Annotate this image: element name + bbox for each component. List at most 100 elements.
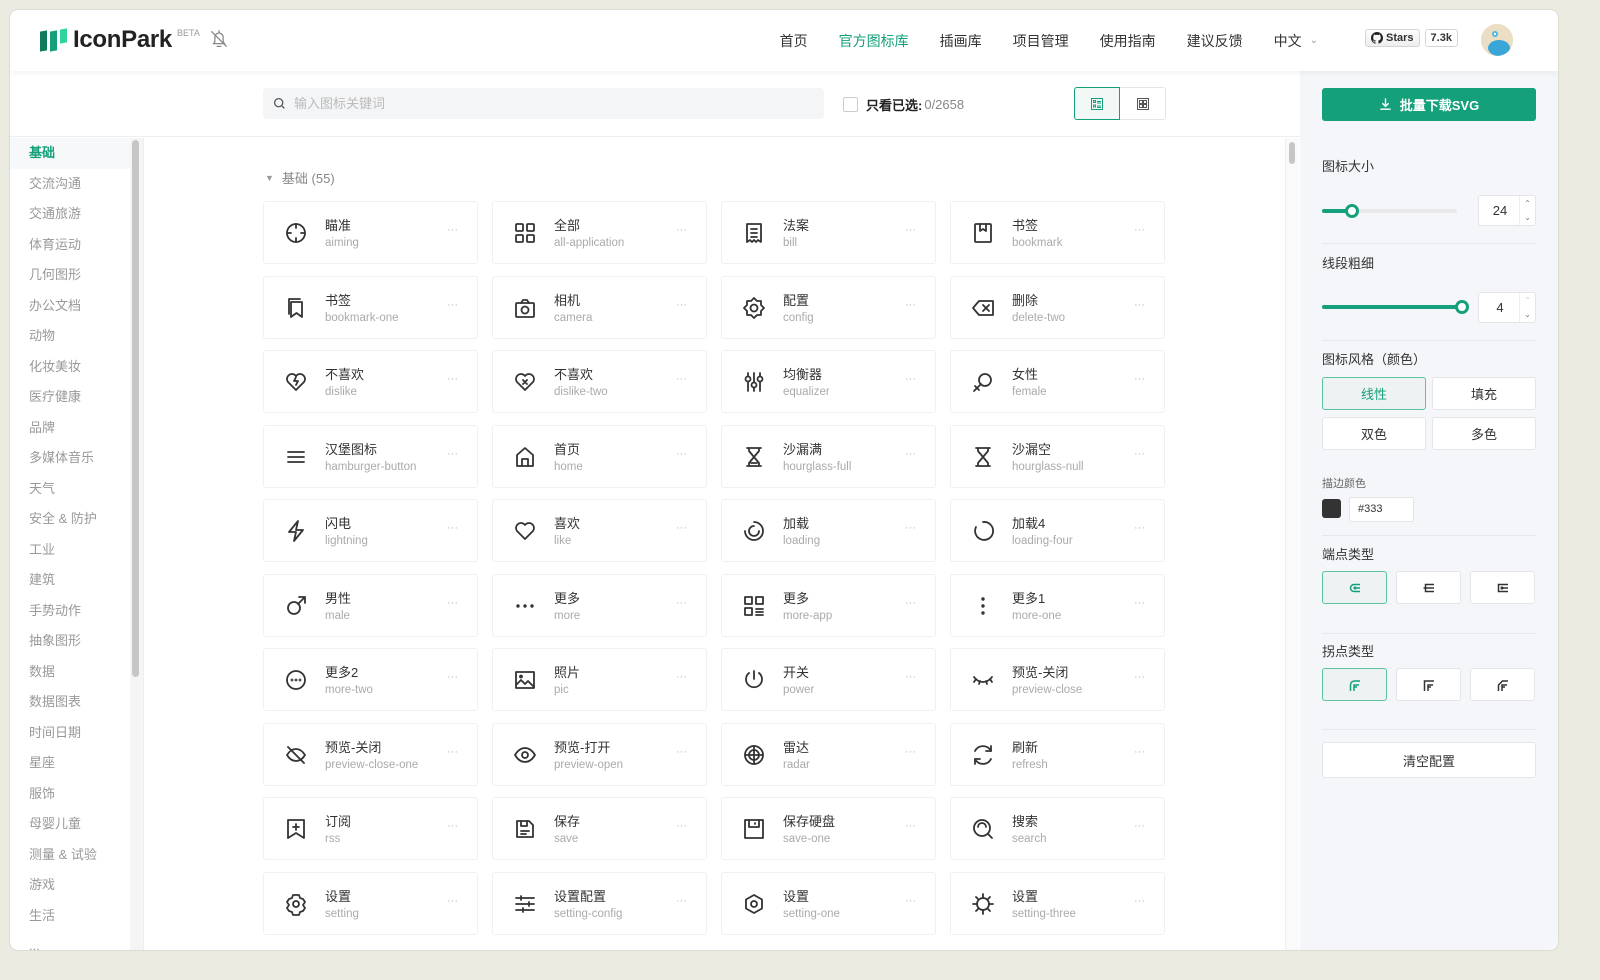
sidebar-item[interactable]: 母婴儿童 bbox=[10, 809, 130, 840]
icon-card[interactable]: 书签 bookmark ··· bbox=[950, 201, 1165, 264]
clear-config-button[interactable]: 清空配置 bbox=[1322, 742, 1536, 778]
icon-card[interactable]: 瞄准 aiming ··· bbox=[263, 201, 478, 264]
more-options-icon[interactable]: ··· bbox=[905, 448, 916, 460]
icon-card[interactable]: 订阅 rss ··· bbox=[263, 797, 478, 860]
language-select[interactable]: 中文 ⌄ bbox=[1274, 31, 1318, 51]
main-scrollbar-thumb[interactable] bbox=[1289, 142, 1295, 164]
nav-illustrations[interactable]: 插画库 bbox=[940, 31, 982, 51]
more-options-icon[interactable]: ··· bbox=[447, 671, 458, 683]
github-stars-count[interactable]: 7.3k bbox=[1424, 29, 1458, 47]
only-selected-checkbox[interactable] bbox=[843, 97, 858, 112]
stroke-width-input[interactable] bbox=[1479, 293, 1521, 322]
increment-icon[interactable]: ⌃ bbox=[1524, 296, 1531, 305]
sidebar-item[interactable]: 建筑 bbox=[10, 565, 130, 596]
icon-card[interactable]: 预览-关闭 preview-close-one ··· bbox=[263, 722, 478, 786]
increment-icon[interactable]: ⌃ bbox=[1524, 199, 1531, 208]
more-options-icon[interactable]: ··· bbox=[905, 373, 916, 385]
icon-card[interactable]: 保存 save ··· bbox=[492, 797, 707, 860]
icon-card[interactable]: 首页 home ··· bbox=[492, 424, 707, 488]
icon-size-slider[interactable] bbox=[1322, 202, 1457, 220]
sidebar-item[interactable]: 交通旅游 bbox=[10, 199, 130, 230]
more-options-icon[interactable]: ··· bbox=[447, 448, 458, 460]
user-avatar[interactable] bbox=[1481, 24, 1513, 56]
search-input[interactable] bbox=[294, 96, 794, 111]
more-options-icon[interactable]: ··· bbox=[1134, 895, 1145, 907]
more-options-icon[interactable]: ··· bbox=[676, 597, 687, 609]
more-options-icon[interactable]: ··· bbox=[905, 895, 916, 907]
more-options-icon[interactable]: ··· bbox=[1134, 448, 1145, 460]
icon-card[interactable]: 设置 setting ··· bbox=[263, 871, 478, 935]
icon-card[interactable]: 书签 bookmark-one ··· bbox=[263, 275, 478, 339]
sidebar-item[interactable]: 天气 bbox=[10, 474, 130, 505]
slider-handle[interactable] bbox=[1455, 300, 1469, 314]
more-options-icon[interactable]: ··· bbox=[905, 522, 916, 534]
icon-card[interactable]: 相机 camera ··· bbox=[492, 275, 707, 339]
more-options-icon[interactable]: ··· bbox=[905, 224, 916, 236]
github-stars[interactable]: Stars 7.3k bbox=[1365, 29, 1458, 47]
sidebar-item[interactable]: 数据 bbox=[10, 657, 130, 688]
icon-card[interactable]: 汉堡图标 hamburger-button ··· bbox=[263, 424, 478, 488]
icon-card[interactable]: 更多 more ··· bbox=[492, 573, 707, 637]
stroke-width-stepper[interactable]: ⌃⌄ bbox=[1478, 292, 1536, 323]
style-two-tone-button[interactable]: 双色 bbox=[1322, 417, 1426, 450]
more-options-icon[interactable]: ··· bbox=[1134, 224, 1145, 236]
decrement-icon[interactable]: ⌄ bbox=[1524, 310, 1531, 319]
more-options-icon[interactable]: ··· bbox=[905, 746, 916, 758]
more-options-icon[interactable]: ··· bbox=[676, 448, 687, 460]
icon-card[interactable]: 沙漏满 hourglass-full ··· bbox=[721, 424, 936, 488]
more-options-icon[interactable]: ··· bbox=[905, 597, 916, 609]
more-options-icon[interactable]: ··· bbox=[1134, 299, 1145, 311]
icon-size-stepper[interactable]: ⌃⌄ bbox=[1478, 195, 1536, 226]
icon-card[interactable]: 设置配置 setting-config ··· bbox=[492, 871, 707, 935]
batch-download-button[interactable]: 批量下载SVG bbox=[1322, 88, 1536, 121]
linecap-butt-button[interactable] bbox=[1396, 571, 1461, 604]
icon-card[interactable]: 均衡器 equalizer ··· bbox=[721, 350, 936, 413]
more-options-icon[interactable]: ··· bbox=[447, 373, 458, 385]
icon-card[interactable]: 删除 delete-two ··· bbox=[950, 275, 1165, 339]
more-options-icon[interactable]: ··· bbox=[676, 224, 687, 236]
grid-view-button[interactable] bbox=[1120, 87, 1166, 120]
decrement-icon[interactable]: ⌄ bbox=[1524, 213, 1531, 222]
stroke-color-swatch[interactable] bbox=[1322, 499, 1341, 518]
linejoin-miter-button[interactable] bbox=[1396, 668, 1461, 701]
linejoin-round-button[interactable] bbox=[1322, 668, 1387, 701]
icon-card[interactable]: 女性 female ··· bbox=[950, 350, 1165, 413]
stroke-color-input[interactable]: #333 bbox=[1349, 497, 1414, 522]
main-scrollbar[interactable] bbox=[1285, 138, 1299, 950]
icon-card[interactable]: 照片 pic ··· bbox=[492, 648, 707, 711]
sidebar-item[interactable]: 数据图表 bbox=[10, 687, 130, 718]
sidebar-item[interactable]: 安全 & 防护 bbox=[10, 504, 130, 535]
section-header[interactable]: ▼ 基础 (55) bbox=[265, 168, 335, 187]
sidebar-item[interactable]: 化妆美妆 bbox=[10, 352, 130, 383]
more-options-icon[interactable]: ··· bbox=[676, 671, 687, 683]
icon-card[interactable]: 设置 setting-one ··· bbox=[721, 871, 936, 935]
icon-card[interactable]: 男性 male ··· bbox=[263, 573, 478, 637]
more-options-icon[interactable]: ··· bbox=[676, 895, 687, 907]
style-filled-button[interactable]: 填充 bbox=[1432, 377, 1536, 410]
linecap-round-button[interactable] bbox=[1322, 571, 1387, 604]
icon-size-input[interactable] bbox=[1479, 196, 1521, 225]
more-options-icon[interactable]: ··· bbox=[447, 746, 458, 758]
icon-card[interactable]: 开关 power ··· bbox=[721, 648, 936, 711]
sidebar-item[interactable]: 体育运动 bbox=[10, 230, 130, 261]
more-options-icon[interactable]: ··· bbox=[676, 746, 687, 758]
icon-card[interactable]: 更多1 more-one ··· bbox=[950, 573, 1165, 637]
more-options-icon[interactable]: ··· bbox=[676, 373, 687, 385]
more-options-icon[interactable]: ··· bbox=[447, 597, 458, 609]
icon-card[interactable]: 沙漏空 hourglass-null ··· bbox=[950, 424, 1165, 488]
sidebar-item[interactable]: 服饰 bbox=[10, 779, 130, 810]
icon-card[interactable]: 更多2 more-two ··· bbox=[263, 648, 478, 711]
icon-card[interactable]: 设置 setting-three ··· bbox=[950, 871, 1165, 935]
more-options-icon[interactable]: ··· bbox=[1134, 671, 1145, 683]
more-options-icon[interactable]: ··· bbox=[447, 820, 458, 832]
sidebar-item[interactable]: 测量 & 试验 bbox=[10, 840, 130, 871]
more-options-icon[interactable]: ··· bbox=[905, 671, 916, 683]
sidebar-scrollbar[interactable] bbox=[130, 138, 144, 950]
icon-card[interactable]: 配置 config ··· bbox=[721, 275, 936, 339]
bell-off-icon[interactable] bbox=[208, 28, 230, 50]
more-options-icon[interactable]: ··· bbox=[676, 820, 687, 832]
sidebar-item[interactable]: 星座 bbox=[10, 748, 130, 779]
icon-card[interactable]: 不喜欢 dislike ··· bbox=[263, 350, 478, 413]
icon-card[interactable]: 预览-打开 preview-open ··· bbox=[492, 722, 707, 786]
sidebar-item[interactable]: 手势动作 bbox=[10, 596, 130, 627]
